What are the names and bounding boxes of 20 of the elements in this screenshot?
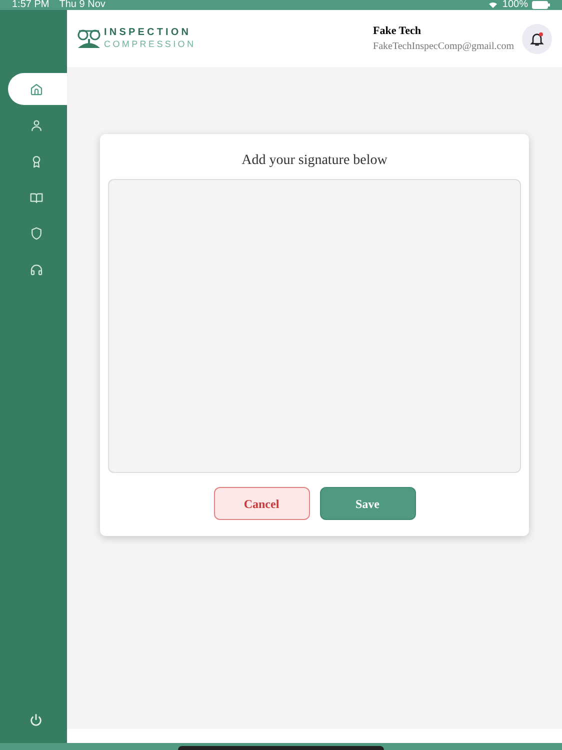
power-icon bbox=[29, 713, 43, 727]
dialog-title: Add your signature below bbox=[240, 152, 388, 170]
headphones-icon bbox=[29, 262, 44, 276]
sidebar-item[interactable] bbox=[8, 73, 67, 105]
home-icon bbox=[29, 82, 44, 96]
logo-subtext: COMPRESSION bbox=[104, 40, 196, 49]
user-name: Fake Tech bbox=[373, 24, 422, 39]
battery-level: 100% bbox=[502, 0, 528, 10]
logout-button[interactable] bbox=[29, 713, 43, 727]
wifi-icon bbox=[488, 1, 498, 9]
person-icon bbox=[29, 118, 44, 132]
logo-icon bbox=[77, 28, 101, 48]
shield-icon bbox=[29, 226, 44, 240]
save-button[interactable]: Save bbox=[320, 487, 416, 520]
user-email: FakeTechInspecComp@gmail.com bbox=[373, 40, 514, 54]
notification-button[interactable] bbox=[522, 24, 552, 54]
logo-text: INSPECTION bbox=[104, 28, 192, 38]
status-time: 1:57 PM bbox=[12, 0, 50, 10]
status-date: Thu 9 Nov bbox=[59, 0, 106, 10]
cancel-button[interactable]: Cancel bbox=[214, 487, 310, 520]
